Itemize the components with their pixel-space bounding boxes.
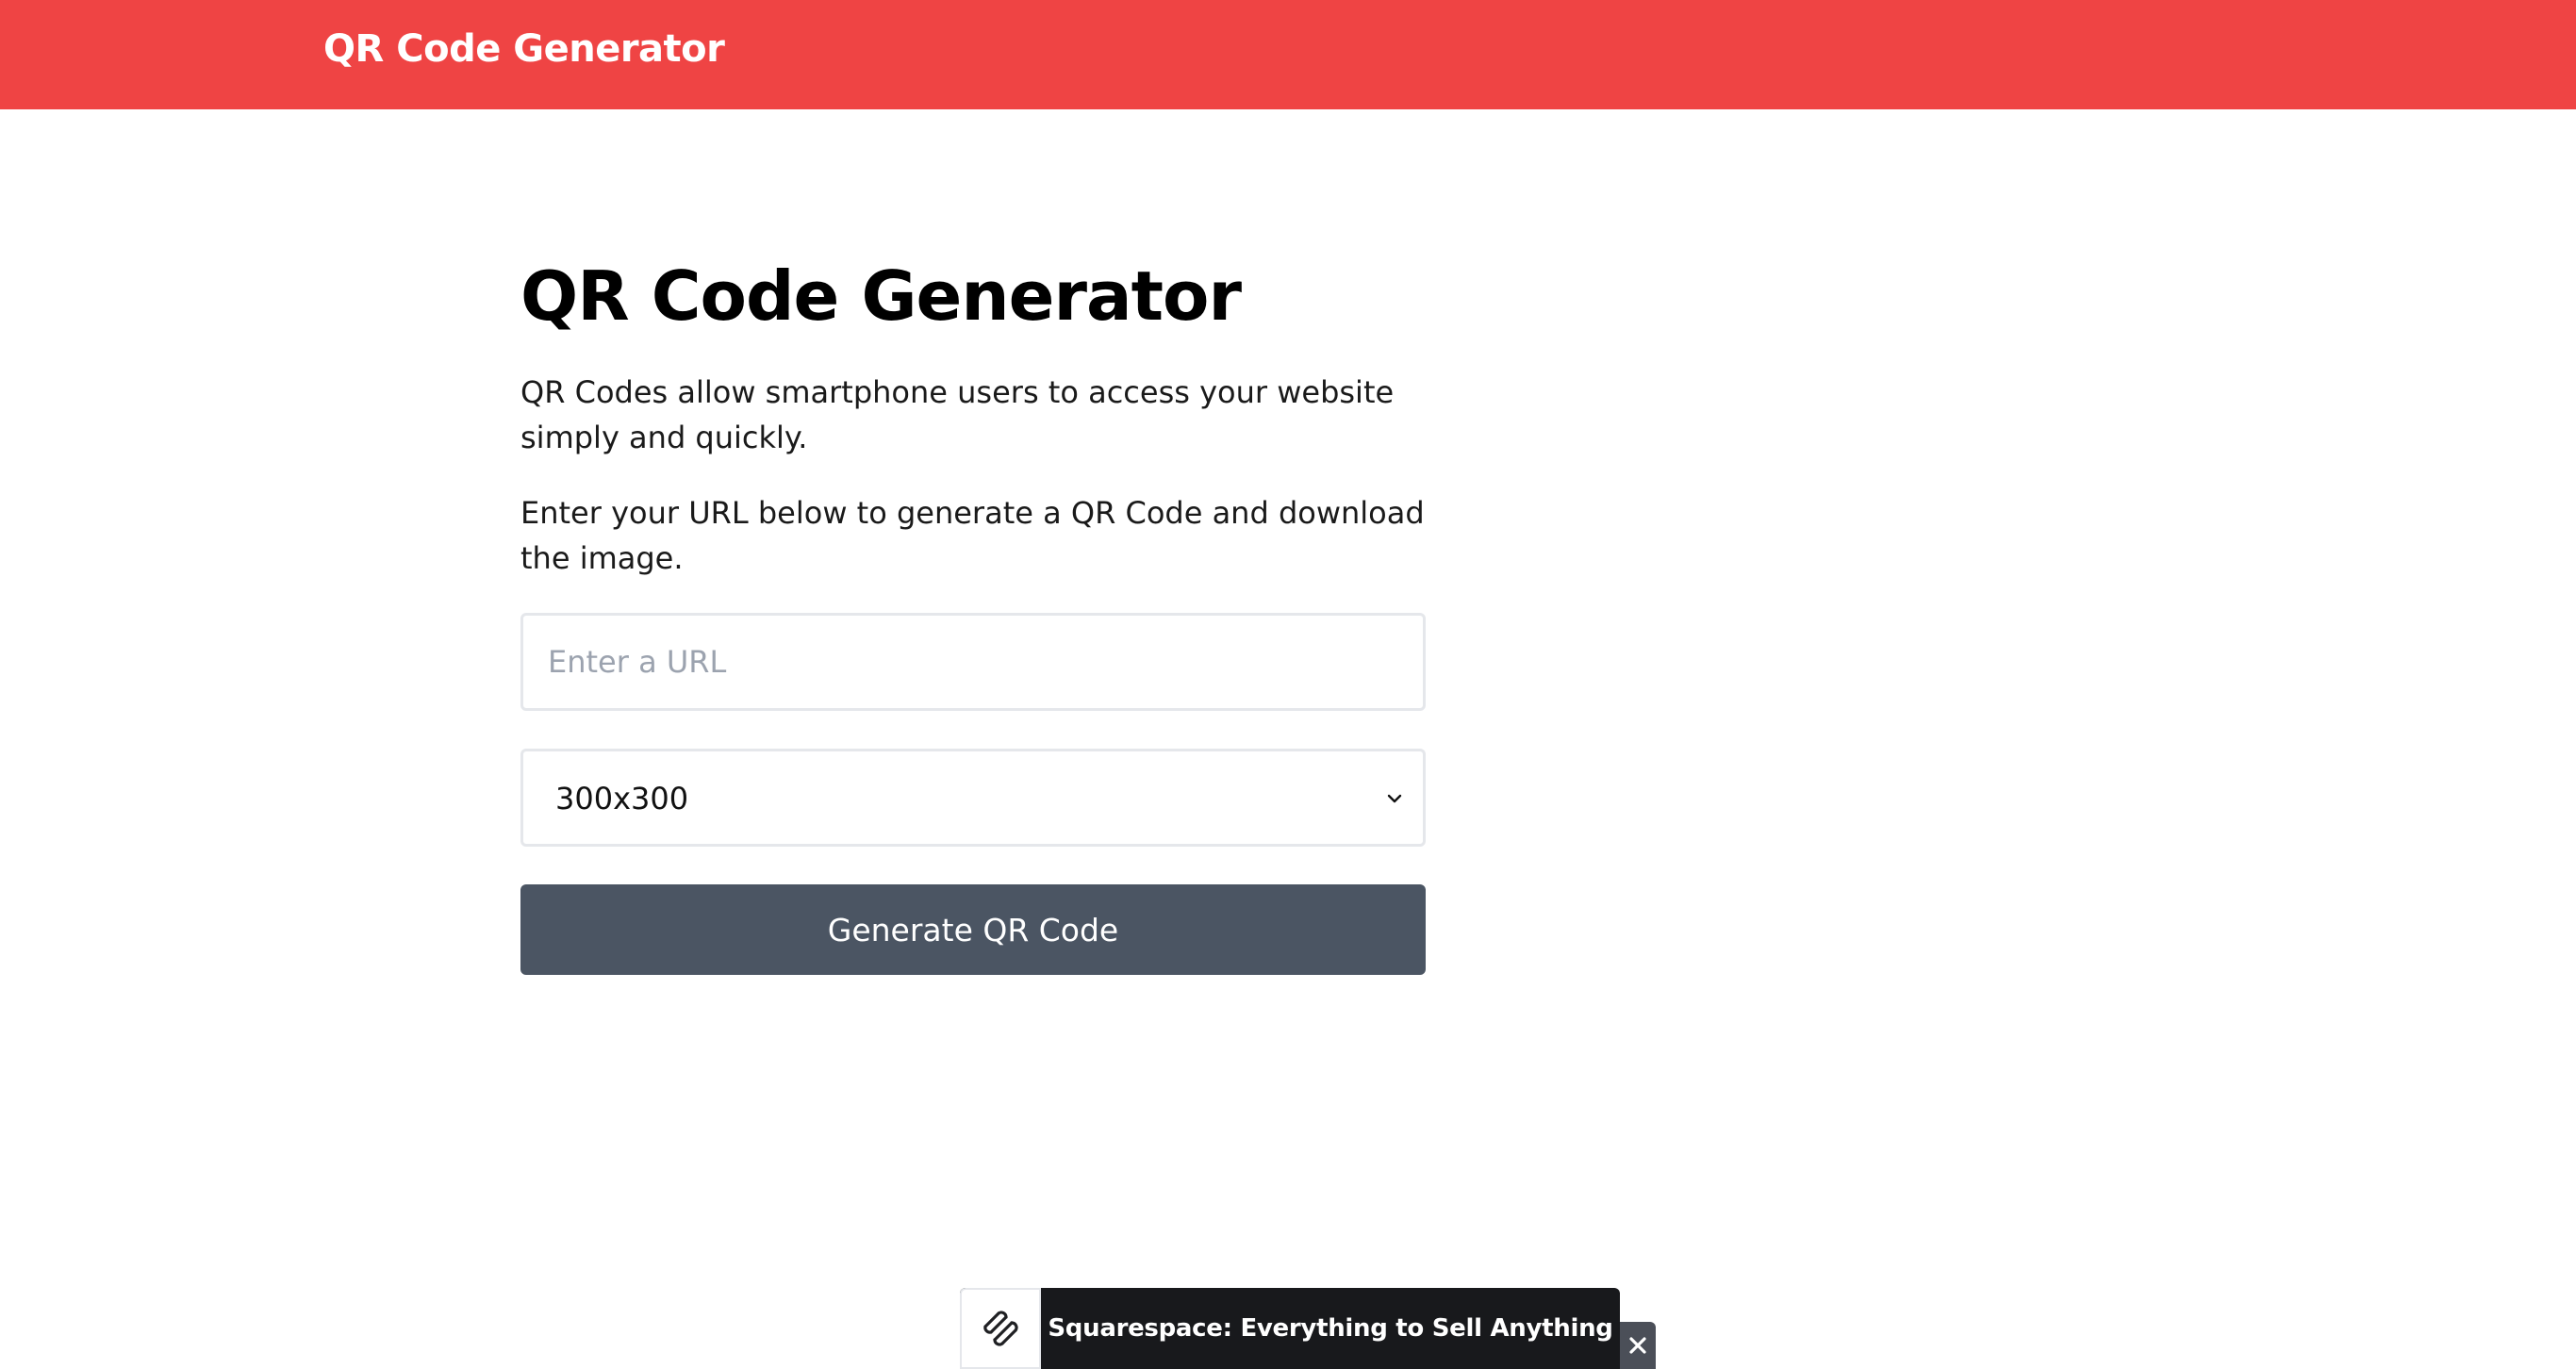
brand-link[interactable]: QR Code Generator xyxy=(323,27,725,71)
size-select-value: 300x300 xyxy=(555,781,689,816)
instructions-paragraph: Enter your URL below to generate a QR Co… xyxy=(520,495,1425,576)
ad-close-button[interactable] xyxy=(1620,1322,1656,1369)
url-input[interactable] xyxy=(520,613,1426,711)
main-content: QR Code Generator QR Codes allow smartph… xyxy=(520,251,1426,975)
close-icon xyxy=(1629,1337,1646,1354)
chevron-down-icon xyxy=(1383,787,1406,810)
generate-button[interactable]: Generate QR Code xyxy=(520,884,1426,975)
top-navbar: QR Code Generator xyxy=(0,0,2576,109)
size-select[interactable]: 300x300 xyxy=(520,749,1426,847)
intro-paragraph: QR Codes allow smartphone users to acces… xyxy=(520,374,1395,455)
ad-text: Squarespace: Everything to Sell Anything xyxy=(1048,1314,1613,1343)
squarespace-logo-icon xyxy=(960,1288,1041,1369)
page-title: QR Code Generator xyxy=(520,256,1242,336)
page: QR Code Generator QR Code Generator QR C… xyxy=(0,0,2576,1369)
ad-banner[interactable]: Squarespace: Everything to Sell Anything xyxy=(960,1288,1620,1369)
